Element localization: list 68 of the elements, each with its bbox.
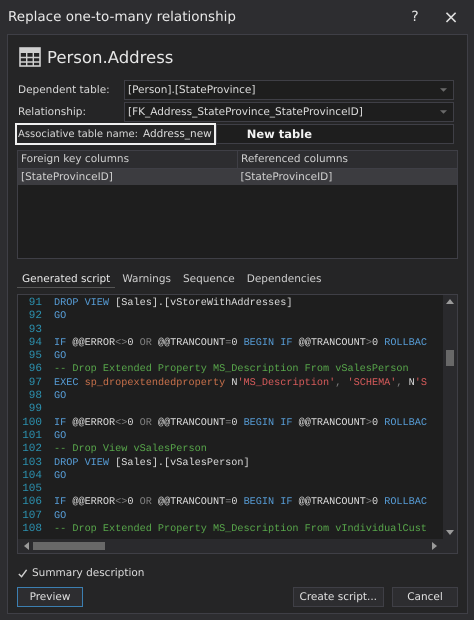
table-icon	[19, 47, 41, 67]
field-label: Associative table name:	[17, 128, 138, 140]
line-number: 102	[21, 443, 42, 457]
line-number: 95	[28, 350, 42, 364]
line-number: 108	[21, 523, 42, 536]
code-line: IF @@ERROR<>0 OR @@TRANCOUNT=0 BEGIN IF @@TRANCOUNT>0 ROLLBAC	[54, 336, 427, 350]
scroll-up-icon[interactable]	[446, 299, 454, 304]
column-header: Referenced columns	[240, 152, 349, 167]
dropdown-field[interactable]: [FK_Address_StateProvince_StateProvinceID]	[124, 102, 454, 122]
code-line: GO	[54, 470, 66, 484]
line-number: 99	[28, 403, 42, 417]
tab[interactable]: Sequence	[178, 271, 240, 287]
scroll-thumb[interactable]	[446, 350, 454, 366]
code-line: EXEC sp_dropextendedproperty N'MS_Description', 'SCHEMA', N'S	[54, 376, 428, 390]
line-number: 94	[28, 336, 42, 350]
line-number: 106	[21, 496, 42, 510]
line-number: 100	[21, 416, 42, 430]
input-field[interactable]: New table	[216, 124, 454, 144]
field-label: Dependent table:	[17, 84, 111, 96]
code-line: -- Drop Extended Property MS_Description From vSalesPerson	[54, 363, 409, 377]
scroll-left-icon[interactable]	[24, 542, 29, 550]
dialog-button[interactable]: Cancel	[392, 587, 458, 607]
caret-icon	[440, 110, 447, 114]
vertical-scrollbar[interactable]	[443, 295, 457, 539]
code-line: GO	[54, 430, 66, 444]
window-title: Replace one-to-many relationship	[8, 9, 237, 25]
caret-icon	[440, 88, 447, 92]
horizontal-scrollbar[interactable]	[18, 539, 457, 553]
line-number: 104	[21, 470, 42, 484]
line-number: 98	[28, 390, 42, 404]
column-header: Foreign key columns	[18, 151, 238, 168]
tab[interactable]: Warnings	[117, 271, 176, 287]
line-number: 93	[28, 324, 42, 337]
code-line: GO	[54, 390, 66, 404]
tab[interactable]: Dependencies	[242, 271, 326, 287]
scroll-thumb[interactable]	[33, 542, 105, 550]
code-line: -- Drop Extended Property MS_Description From vIndividualCust	[54, 523, 427, 536]
line-number: 101	[21, 430, 42, 444]
line-number: 107	[21, 510, 42, 524]
line-number: 97	[28, 376, 42, 390]
code-line: DROP VIEW [Sales].[vStoreWithAddresses]	[54, 297, 292, 310]
code-line: -- Drop View vSalesPerson	[54, 443, 207, 457]
line-number: 96	[28, 363, 42, 377]
dialog-button[interactable]: Create script...	[292, 587, 384, 607]
line-number: 103	[21, 456, 42, 470]
scroll-right-icon[interactable]	[432, 542, 437, 550]
code-line: GO	[54, 510, 66, 524]
close-button[interactable]: ×	[436, 5, 466, 29]
checkbox-label: Summary description	[32, 567, 144, 579]
checkbox[interactable]	[17, 568, 28, 578]
dropdown-field[interactable]: [Person].[StateProvince]	[124, 80, 454, 100]
code-line: DROP VIEW [Sales].[vSalesPerson]	[54, 456, 250, 470]
dialog-button[interactable]: Preview	[17, 587, 83, 607]
line-number: 92	[28, 310, 42, 324]
table-name-field[interactable]: Address_new	[142, 128, 212, 140]
help-button[interactable]: ?	[400, 5, 430, 29]
table-name: Person.Address	[47, 48, 174, 66]
code-line: IF @@ERROR<>0 OR @@TRANCOUNT=0 BEGIN IF @@TRANCOUNT>0 ROLLBAC	[54, 416, 427, 430]
annotation-label: New table	[246, 127, 312, 141]
code-line: GO	[54, 310, 66, 324]
scroll-down-icon[interactable]	[446, 530, 454, 535]
code-line: IF @@ERROR<>0 OR @@TRANCOUNT=0 BEGIN IF @@TRANCOUNT>0 ROLLBAC	[54, 496, 427, 510]
tab[interactable]: Generated script	[17, 270, 116, 288]
code-line: GO	[54, 350, 66, 364]
field-label: Relationship:	[17, 106, 87, 118]
line-number: 105	[21, 483, 42, 496]
line-number: 91	[28, 297, 42, 310]
table-row[interactable]: [StateProvinceID] [StateProvinceID]	[18, 169, 457, 185]
